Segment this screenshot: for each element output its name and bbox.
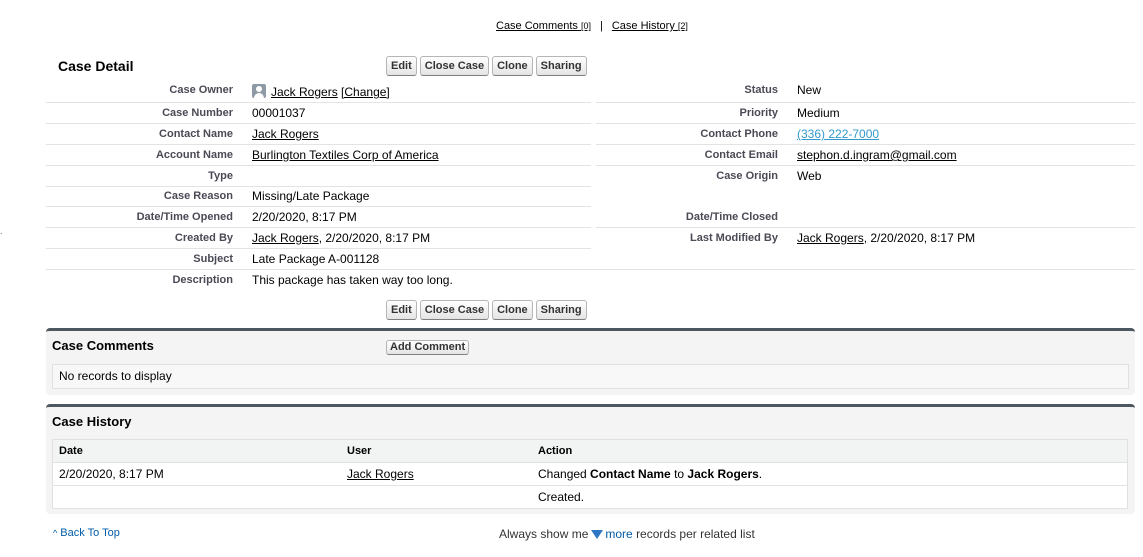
field-label-case-origin: Case Origin (716, 170, 778, 182)
user-avatar-icon (252, 84, 266, 98)
field-label-date-closed: Date/Time Closed (685, 211, 778, 223)
field-value-contact-email: stephon.d.ingram@gmail.com (797, 145, 957, 165)
history-date: 2/20/2020, 8:17 PM (52, 462, 341, 486)
edit-button[interactable]: Edit (386, 300, 417, 320)
field-value-case-reason: Missing/Late Package (252, 189, 370, 203)
field-label-case-reason: Case Reason (163, 190, 233, 202)
edit-button[interactable]: Edit (386, 56, 417, 76)
field-value-created-by: Jack Rogers, 2/20/2020, 8:17 PM (252, 228, 430, 248)
column-header-user: User (341, 439, 532, 463)
field-value-last-modified-by: Jack Rogers, 2/20/2020, 8:17 PM (797, 228, 975, 248)
triangle-down-icon[interactable] (591, 530, 604, 539)
clone-button[interactable]: Clone (492, 300, 533, 320)
column-header-action: Action (532, 439, 1128, 463)
field-label-account-name: Account Name (155, 149, 233, 161)
field-label-status: Status (744, 84, 778, 96)
change-owner-link[interactable]: [Change] (341, 85, 390, 99)
detail-bottom-button-bar: Edit Close Case Clone Sharing (386, 300, 590, 320)
created-by-date: , 2/20/2020, 8:17 PM (318, 231, 431, 245)
field-value-case-origin: Web (797, 169, 822, 183)
case-detail-title: Case Detail (58, 58, 134, 74)
field-value-priority: Medium (797, 106, 840, 120)
field-label-type: Type (208, 170, 233, 182)
more-records-link[interactable]: more (605, 527, 632, 541)
field-value-account-name: Burlington Textiles Corp of America (252, 145, 439, 165)
contact-name-link[interactable]: Jack Rogers (252, 127, 319, 141)
add-comment-button[interactable]: Add Comment (386, 340, 470, 355)
last-modified-date: , 2/20/2020, 8:17 PM (863, 231, 976, 245)
clone-button[interactable]: Clone (492, 56, 533, 76)
field-label-case-number: Case Number (162, 107, 233, 119)
field-value-date-opened: 2/20/2020, 8:17 PM (252, 210, 357, 224)
table-row: 2/20/2020, 8:17 PM Jack Rogers Changed C… (52, 462, 1128, 486)
history-date (52, 485, 341, 509)
case-history-title: Case History (52, 414, 132, 429)
close-case-button[interactable]: Close Case (419, 56, 490, 76)
field-label-contact-email: Contact Email (704, 149, 778, 161)
case-history-panel: Case History Date User Action 2/20/2020,… (46, 404, 1135, 514)
related-list-links: Case Comments [0] | Case History [2] (496, 20, 688, 32)
field-value-case-number: 00001037 (252, 106, 306, 120)
contact-phone-link[interactable]: (336) 222-7000 (797, 127, 879, 141)
field-label-priority: Priority (739, 107, 778, 119)
field-value-contact-phone: (336) 222-7000 (797, 124, 879, 144)
field-label-created-by: Created By (174, 232, 233, 244)
account-name-link[interactable]: Burlington Textiles Corp of America (252, 148, 439, 162)
field-value-description: This package has taken way too long. (252, 273, 453, 287)
field-label-case-owner: Case Owner (169, 84, 233, 96)
caret-up-icon: ^ (53, 528, 58, 538)
back-to-top-link[interactable]: ^ Back To Top (53, 527, 120, 539)
link-separator: | (600, 20, 603, 32)
sharing-button[interactable]: Sharing (535, 300, 587, 320)
case-history-table: Date User Action 2/20/2020, 8:17 PM Jack… (52, 439, 1128, 509)
history-user: Jack Rogers (341, 462, 532, 486)
records-per-list-control: Always show me more records per related l… (499, 527, 755, 541)
field-value-subject: Late Package A-001128 (252, 252, 380, 266)
field-label-contact-name: Contact Name (159, 128, 233, 140)
table-row: Created. (52, 485, 1128, 509)
created-by-link[interactable]: Jack Rogers (252, 231, 319, 245)
case-history-link[interactable]: Case History [2] (612, 20, 688, 32)
edge-marker: . (0, 226, 3, 236)
column-header-date: Date (52, 439, 341, 463)
no-records-message: No records to display (52, 364, 1129, 389)
history-action: Created. (532, 485, 1128, 509)
field-label-description: Description (172, 274, 233, 286)
table-header-row: Date User Action (52, 439, 1128, 463)
detail-top-button-bar: Edit Close Case Clone Sharing (386, 56, 590, 76)
history-user-link[interactable]: Jack Rogers (347, 467, 414, 481)
last-modified-by-link[interactable]: Jack Rogers (797, 231, 864, 245)
field-value-status: New (797, 83, 822, 97)
field-label-subject: Subject (193, 253, 233, 265)
history-action: Changed Contact Name to Jack Rogers. (532, 462, 1128, 486)
field-value-contact-name: Jack Rogers (252, 124, 319, 144)
field-value-case-owner: Jack Rogers [Change] (252, 82, 390, 102)
contact-email-link[interactable]: stephon.d.ingram@gmail.com (797, 148, 957, 162)
case-comments-title: Case Comments (52, 338, 154, 353)
case-comments-panel: Case Comments Add Comment No records to … (46, 328, 1135, 395)
case-comments-link[interactable]: Case Comments [0] (496, 20, 591, 32)
field-label-contact-phone: Contact Phone (700, 128, 778, 140)
case-owner-link[interactable]: Jack Rogers (271, 85, 338, 99)
close-case-button[interactable]: Close Case (419, 300, 490, 320)
sharing-button[interactable]: Sharing (535, 56, 587, 76)
field-label-date-opened: Date/Time Opened (136, 211, 233, 223)
history-user (341, 485, 532, 509)
field-label-last-modified-by: Last Modified By (689, 232, 778, 244)
